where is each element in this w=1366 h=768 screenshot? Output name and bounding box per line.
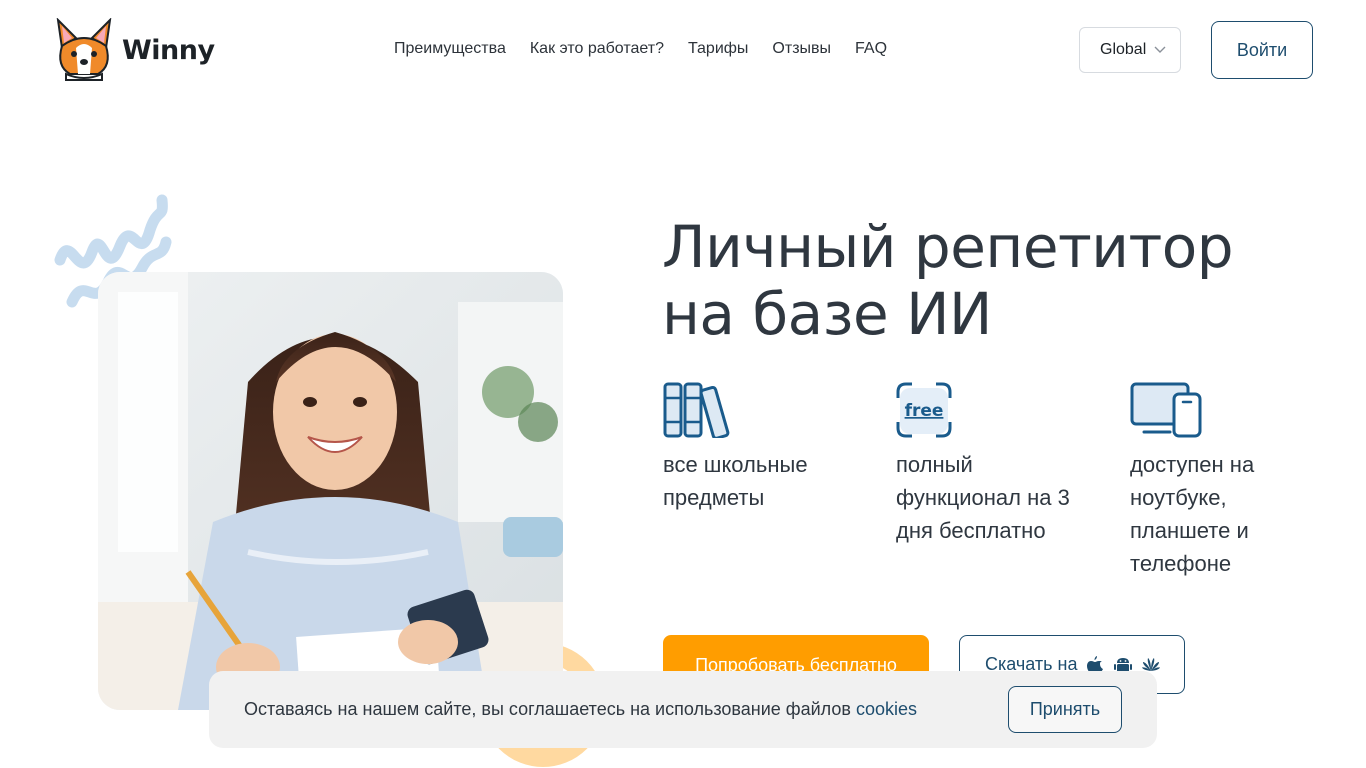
feature-devices-text: доступен на ноутбуке, планшете и телефон… bbox=[1130, 452, 1255, 576]
devices-icon bbox=[1130, 382, 1202, 438]
books-icon bbox=[663, 382, 730, 438]
site-header: Winny Преимущества Как это работает? Тар… bbox=[0, 0, 1366, 100]
hero-title: Личный репетитор на базе ИИ bbox=[662, 213, 1234, 348]
girl-with-phone-image bbox=[98, 272, 563, 710]
free-icon: free bbox=[896, 382, 952, 438]
cookie-text: Оставаясь на нашем сайте, вы соглашаетес… bbox=[244, 699, 851, 719]
nav-benefits[interactable]: Преимущества bbox=[394, 40, 506, 58]
cookie-message: Оставаясь на нашем сайте, вы соглашаетес… bbox=[244, 699, 917, 720]
cookie-banner: Оставаясь на нашем сайте, вы соглашаетес… bbox=[209, 671, 1157, 748]
main-nav: Преимущества Как это работает? Тарифы От… bbox=[394, 40, 887, 58]
accept-cookies-button[interactable]: Принять bbox=[1008, 686, 1122, 733]
logo[interactable]: Winny bbox=[54, 18, 215, 82]
feature-subjects: все школьные предметы bbox=[663, 382, 863, 514]
feature-devices: доступен на ноутбуке, планшете и телефон… bbox=[1130, 382, 1330, 580]
nav-reviews[interactable]: Отзывы bbox=[772, 40, 831, 58]
chevron-down-icon bbox=[1154, 46, 1166, 53]
feature-free-trial-text: полный функционал на 3 дня бесплатно bbox=[896, 452, 1070, 543]
free-badge-text: free bbox=[905, 401, 944, 421]
feature-free-trial: free полный функционал на 3 дня бесплатн… bbox=[896, 382, 1096, 547]
cookies-link[interactable]: cookies bbox=[856, 699, 917, 719]
feature-subjects-text: все школьные предметы bbox=[663, 452, 808, 510]
region-select[interactable]: Global bbox=[1079, 27, 1181, 73]
nav-pricing[interactable]: Тарифы bbox=[688, 40, 748, 58]
brand-name: Winny bbox=[122, 34, 215, 66]
nav-faq[interactable]: FAQ bbox=[855, 40, 887, 58]
hero-photo bbox=[98, 272, 563, 710]
corgi-logo-icon bbox=[56, 18, 112, 81]
nav-how-it-works[interactable]: Как это работает? bbox=[530, 40, 664, 58]
login-button[interactable]: Войти bbox=[1211, 21, 1313, 79]
region-value: Global bbox=[1100, 41, 1147, 58]
